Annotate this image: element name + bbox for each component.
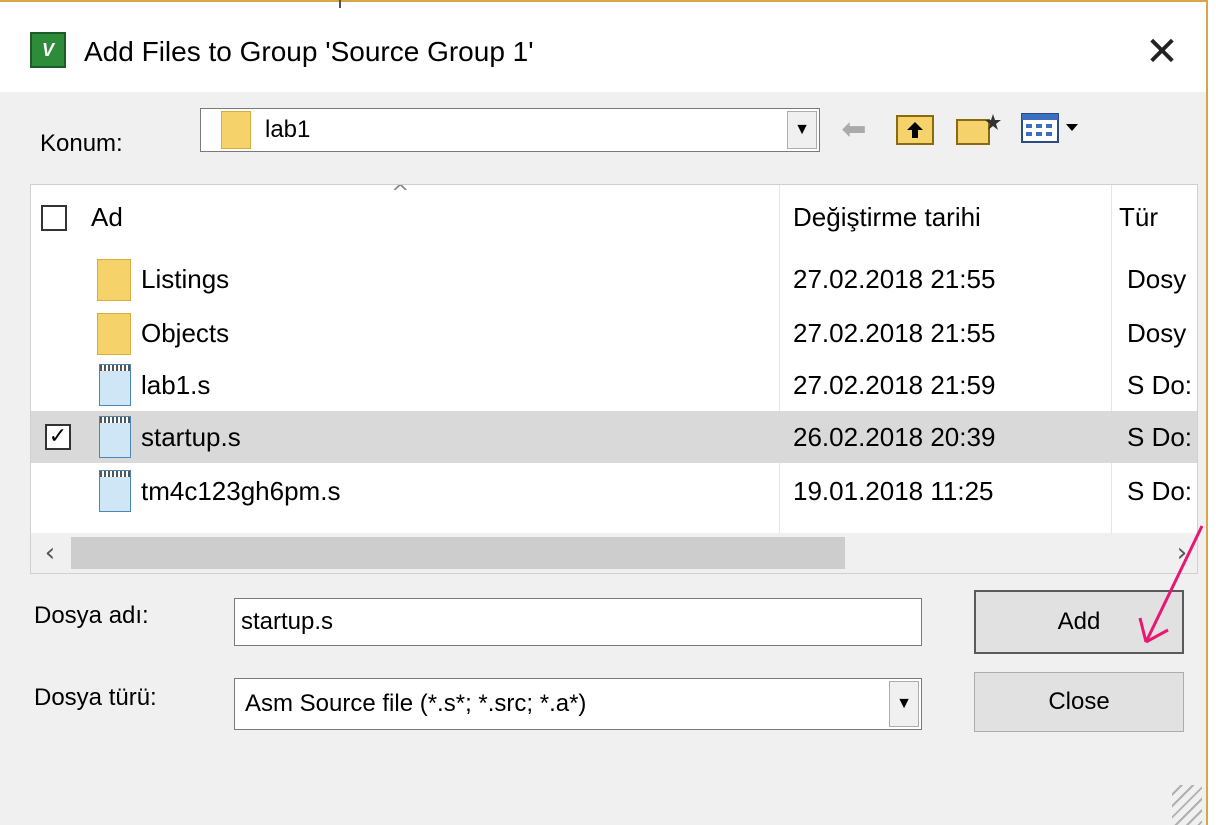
annotation-arrow [339, 0, 1204, 644]
